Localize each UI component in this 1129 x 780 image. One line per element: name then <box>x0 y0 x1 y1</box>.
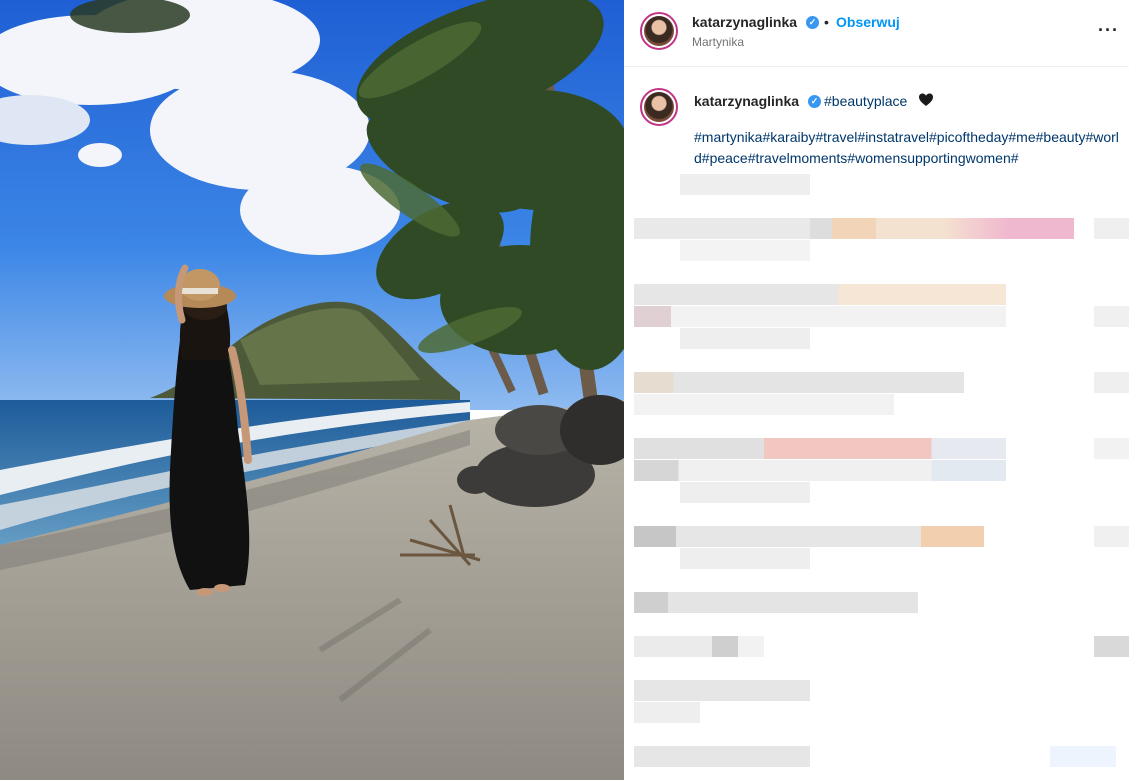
beach-photo <box>0 0 624 780</box>
post-photo[interactable] <box>0 0 624 780</box>
caption-hashtags[interactable]: #martynika#karaiby#travel#instatravel#pi… <box>694 127 1124 169</box>
post-header: katarzynaglinka ✓ • Obserwuj Martynika ·… <box>624 0 1129 67</box>
caption-username[interactable]: katarzynaglinka <box>694 93 799 109</box>
post-username[interactable]: katarzynaglinka <box>692 14 797 30</box>
caption-hashtag[interactable]: #beautyplace <box>824 93 907 109</box>
avatar[interactable] <box>640 12 678 50</box>
verified-badge-icon: ✓ <box>808 95 821 108</box>
post-location[interactable]: Martynika <box>692 35 744 49</box>
more-options-icon[interactable]: ··· <box>1098 20 1119 41</box>
comments-list-pixelated <box>624 168 1129 780</box>
caption-avatar[interactable] <box>640 88 678 126</box>
post-sidebar: katarzynaglinka ✓ • Obserwuj Martynika ·… <box>624 0 1129 780</box>
follow-button[interactable]: Obserwuj <box>836 14 900 30</box>
separator: • <box>824 14 829 30</box>
black-heart-icon <box>919 93 933 106</box>
verified-badge-icon: ✓ <box>806 16 819 29</box>
